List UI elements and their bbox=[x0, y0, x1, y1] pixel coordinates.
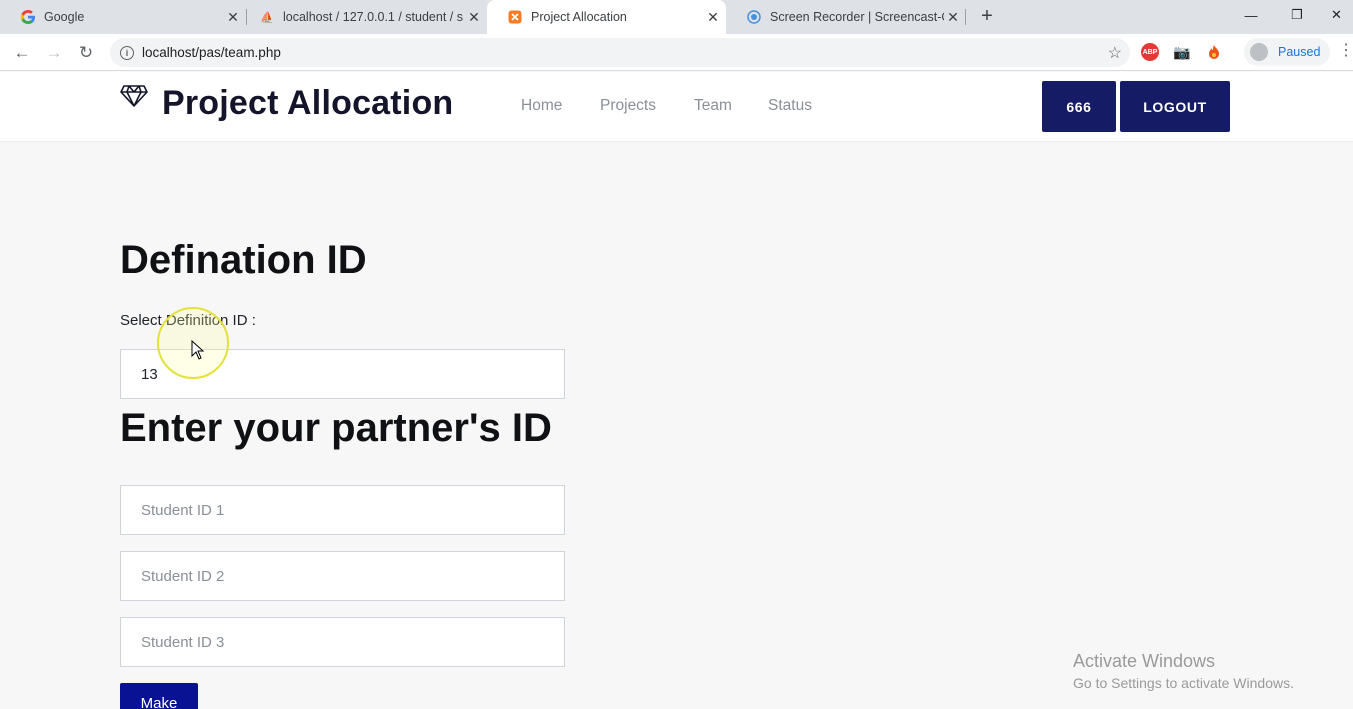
close-window-icon[interactable]: ✕ bbox=[1320, 0, 1353, 30]
close-tab-icon[interactable]: ✕ bbox=[465, 9, 483, 26]
reload-icon[interactable]: ↻ bbox=[75, 42, 97, 64]
tab-title: localhost / 127.0.0.1 / student / s bbox=[283, 10, 463, 24]
close-tab-icon[interactable]: ✕ bbox=[704, 9, 722, 26]
address-bar[interactable]: i localhost/pas/team.php ☆ bbox=[110, 38, 1130, 67]
xampp-icon bbox=[507, 9, 523, 25]
browser-toolbar: ← → ↻ i localhost/pas/team.php ☆ ABP 📷 P… bbox=[0, 34, 1353, 71]
tab-screencast[interactable]: Screen Recorder | Screencast-O- ✕ bbox=[726, 0, 966, 34]
avatar bbox=[1250, 43, 1268, 61]
tab-phpmyadmin[interactable]: ⛵ localhost / 127.0.0.1 / student / s ✕ bbox=[239, 0, 487, 34]
browser-tab-strip: Google ✕ ⛵ localhost / 127.0.0.1 / stude… bbox=[0, 0, 1353, 34]
adblock-icon[interactable]: ABP bbox=[1141, 43, 1159, 61]
user-id-button[interactable]: 666 bbox=[1042, 81, 1116, 132]
student-id-3-input[interactable] bbox=[120, 617, 565, 667]
fire-icon[interactable] bbox=[1205, 43, 1223, 61]
tab-title: Project Allocation bbox=[531, 10, 627, 24]
site-brand[interactable]: Project Allocation bbox=[162, 84, 453, 123]
address-text: localhost/pas/team.php bbox=[142, 45, 281, 60]
student-id-1-input[interactable] bbox=[120, 485, 565, 535]
screencast-icon bbox=[746, 9, 762, 25]
site-header: Project Allocation Home Projects Team St… bbox=[0, 72, 1353, 142]
diamond-icon bbox=[120, 84, 148, 108]
profile-button[interactable]: Paused bbox=[1244, 38, 1330, 66]
watermark-subtitle: Go to Settings to activate Windows. bbox=[1073, 675, 1294, 691]
tab-title: Screen Recorder | Screencast-O- bbox=[770, 10, 944, 24]
new-tab-icon[interactable]: + bbox=[977, 6, 997, 26]
close-tab-icon[interactable]: ✕ bbox=[944, 9, 962, 26]
bookmark-star-icon[interactable]: ☆ bbox=[1108, 43, 1122, 63]
nav-team[interactable]: Team bbox=[694, 97, 732, 115]
back-icon[interactable]: ← bbox=[11, 42, 33, 64]
partner-heading: Enter your partner's ID bbox=[120, 406, 552, 450]
student-id-2-input[interactable] bbox=[120, 551, 565, 601]
forward-icon[interactable]: → bbox=[43, 42, 65, 64]
tab-google[interactable]: Google ✕ bbox=[0, 0, 246, 34]
profile-label: Paused bbox=[1278, 45, 1321, 59]
kebab-menu-icon[interactable]: ⋮ bbox=[1338, 43, 1353, 59]
windows-activation-watermark: Activate Windows Go to Settings to activ… bbox=[1073, 651, 1294, 691]
nav-home[interactable]: Home bbox=[521, 97, 562, 115]
nav-projects[interactable]: Projects bbox=[600, 97, 656, 115]
google-icon bbox=[20, 9, 36, 25]
definition-heading: Defination ID bbox=[120, 238, 367, 282]
nav-status[interactable]: Status bbox=[768, 97, 812, 115]
info-icon[interactable]: i bbox=[120, 45, 134, 60]
tab-project-allocation[interactable]: Project Allocation ✕ bbox=[487, 0, 726, 34]
watermark-title: Activate Windows bbox=[1073, 651, 1216, 671]
phpmyadmin-icon: ⛵ bbox=[260, 11, 274, 24]
tab-separator bbox=[965, 9, 966, 25]
mouse-cursor-icon bbox=[191, 339, 205, 365]
camera-icon[interactable]: 📷 bbox=[1173, 43, 1191, 61]
tab-title: Google bbox=[44, 10, 85, 24]
make-team-button[interactable]: Make bbox=[120, 683, 198, 709]
restore-icon[interactable]: ❐ bbox=[1274, 0, 1320, 30]
logout-button[interactable]: LOGOUT bbox=[1120, 81, 1230, 132]
minimize-icon[interactable]: — bbox=[1228, 0, 1274, 30]
